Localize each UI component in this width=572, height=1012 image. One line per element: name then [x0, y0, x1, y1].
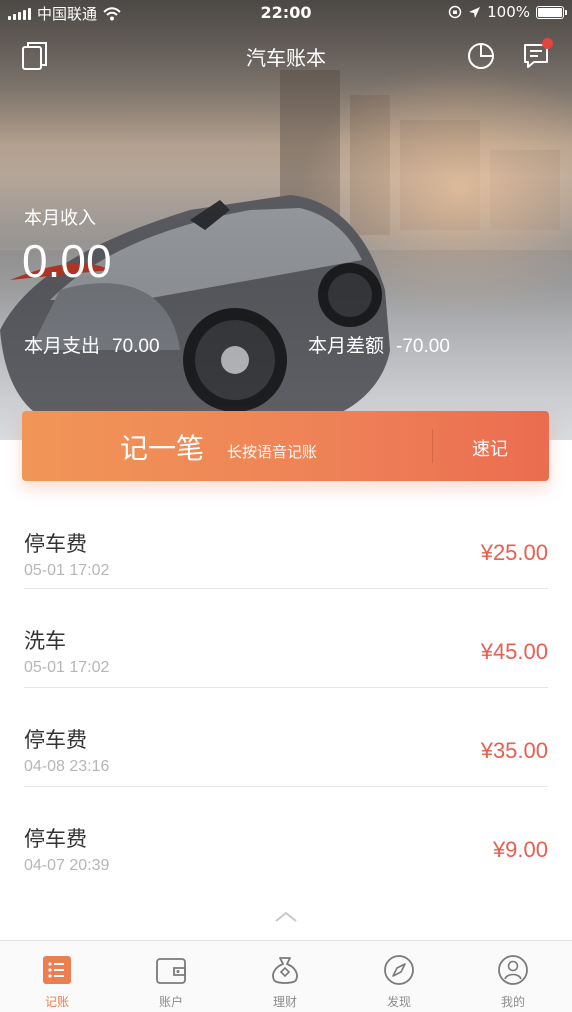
income-value: 0.00 [22, 235, 112, 287]
tab-label: 发现 [386, 995, 411, 1009]
transaction-amount: ¥45.00 [480, 639, 548, 664]
notification-dot [542, 38, 553, 49]
transaction-time: 05-01 17:02 [24, 659, 110, 676]
status-bar: 中国联通 22:00 100% [0, 0, 572, 26]
transaction-list: 停车费 05-01 17:02 ¥25.00 洗车 05-01 17:02 ¥4… [0, 490, 572, 886]
income-label: 本月收入 [24, 208, 96, 229]
compass-icon [384, 955, 414, 985]
balance-stat: 本月差额 -70.00 [308, 331, 450, 358]
transaction-name: 停车费 [24, 827, 87, 851]
transaction-time: 04-07 20:39 [24, 857, 110, 874]
tab-bar: 记账 账户 理财 发现 我的 [0, 940, 572, 1012]
list-icon [43, 956, 71, 984]
money-bag-icon [272, 957, 298, 984]
chevron-up-icon[interactable] [274, 910, 298, 924]
balance-label: 本月差额 [308, 335, 385, 357]
tab-finance[interactable]: 理财 [228, 941, 342, 1012]
transaction-name: 洗车 [24, 629, 66, 653]
pie-chart-icon[interactable] [464, 38, 498, 72]
tab-mine[interactable]: 我的 [456, 941, 570, 1012]
wallet-icon [156, 958, 186, 984]
nav-header: 汽车账本 [0, 30, 572, 80]
transaction-name: 停车费 [24, 728, 87, 752]
voice-hint-label: 长按语音记账 [227, 443, 318, 461]
location-arrow-icon [469, 6, 481, 18]
record-button[interactable]: 记一笔 长按语音记账 [22, 411, 432, 481]
battery-percent: 100% [487, 3, 530, 21]
user-icon [498, 955, 528, 985]
transaction-row[interactable]: 停车费 04-08 23:16 ¥35.00 [0, 688, 572, 787]
transaction-amount: ¥35.00 [480, 738, 548, 763]
tab-discover[interactable]: 发现 [342, 941, 456, 1012]
transaction-row[interactable]: 停车费 04-07 20:39 ¥9.00 [0, 787, 572, 886]
tab-label: 理财 [272, 995, 297, 1009]
record-divider [432, 429, 433, 463]
message-button[interactable] [520, 38, 554, 72]
transaction-time: 05-01 17:02 [24, 562, 110, 579]
record-label: 记一笔 [120, 432, 205, 465]
transaction-name: 停车费 [24, 532, 87, 556]
record-bar: 记一笔 长按语音记账 速记 [22, 411, 549, 481]
expense-stat: 本月支出 70.00 [24, 331, 160, 358]
balance-value: -70.00 [396, 336, 450, 357]
tab-label: 账户 [158, 995, 183, 1009]
rotation-lock-icon [448, 5, 462, 19]
transaction-time: 04-08 23:16 [24, 758, 110, 775]
tab-record[interactable]: 记账 [0, 941, 114, 1012]
tab-label: 记账 [44, 995, 69, 1009]
expense-label: 本月支出 [24, 335, 101, 357]
battery-icon [536, 5, 567, 19]
expense-value: 70.00 [112, 336, 160, 357]
tab-label: 我的 [500, 995, 525, 1009]
transaction-amount: ¥9.00 [492, 837, 548, 862]
transaction-amount: ¥25.00 [480, 540, 548, 565]
tab-account[interactable]: 账户 [114, 941, 228, 1012]
quick-record-button[interactable]: 速记 [472, 435, 508, 461]
transaction-row[interactable]: 停车费 05-01 17:02 ¥25.00 [0, 490, 572, 589]
transaction-row[interactable]: 洗车 05-01 17:02 ¥45.00 [0, 589, 572, 688]
